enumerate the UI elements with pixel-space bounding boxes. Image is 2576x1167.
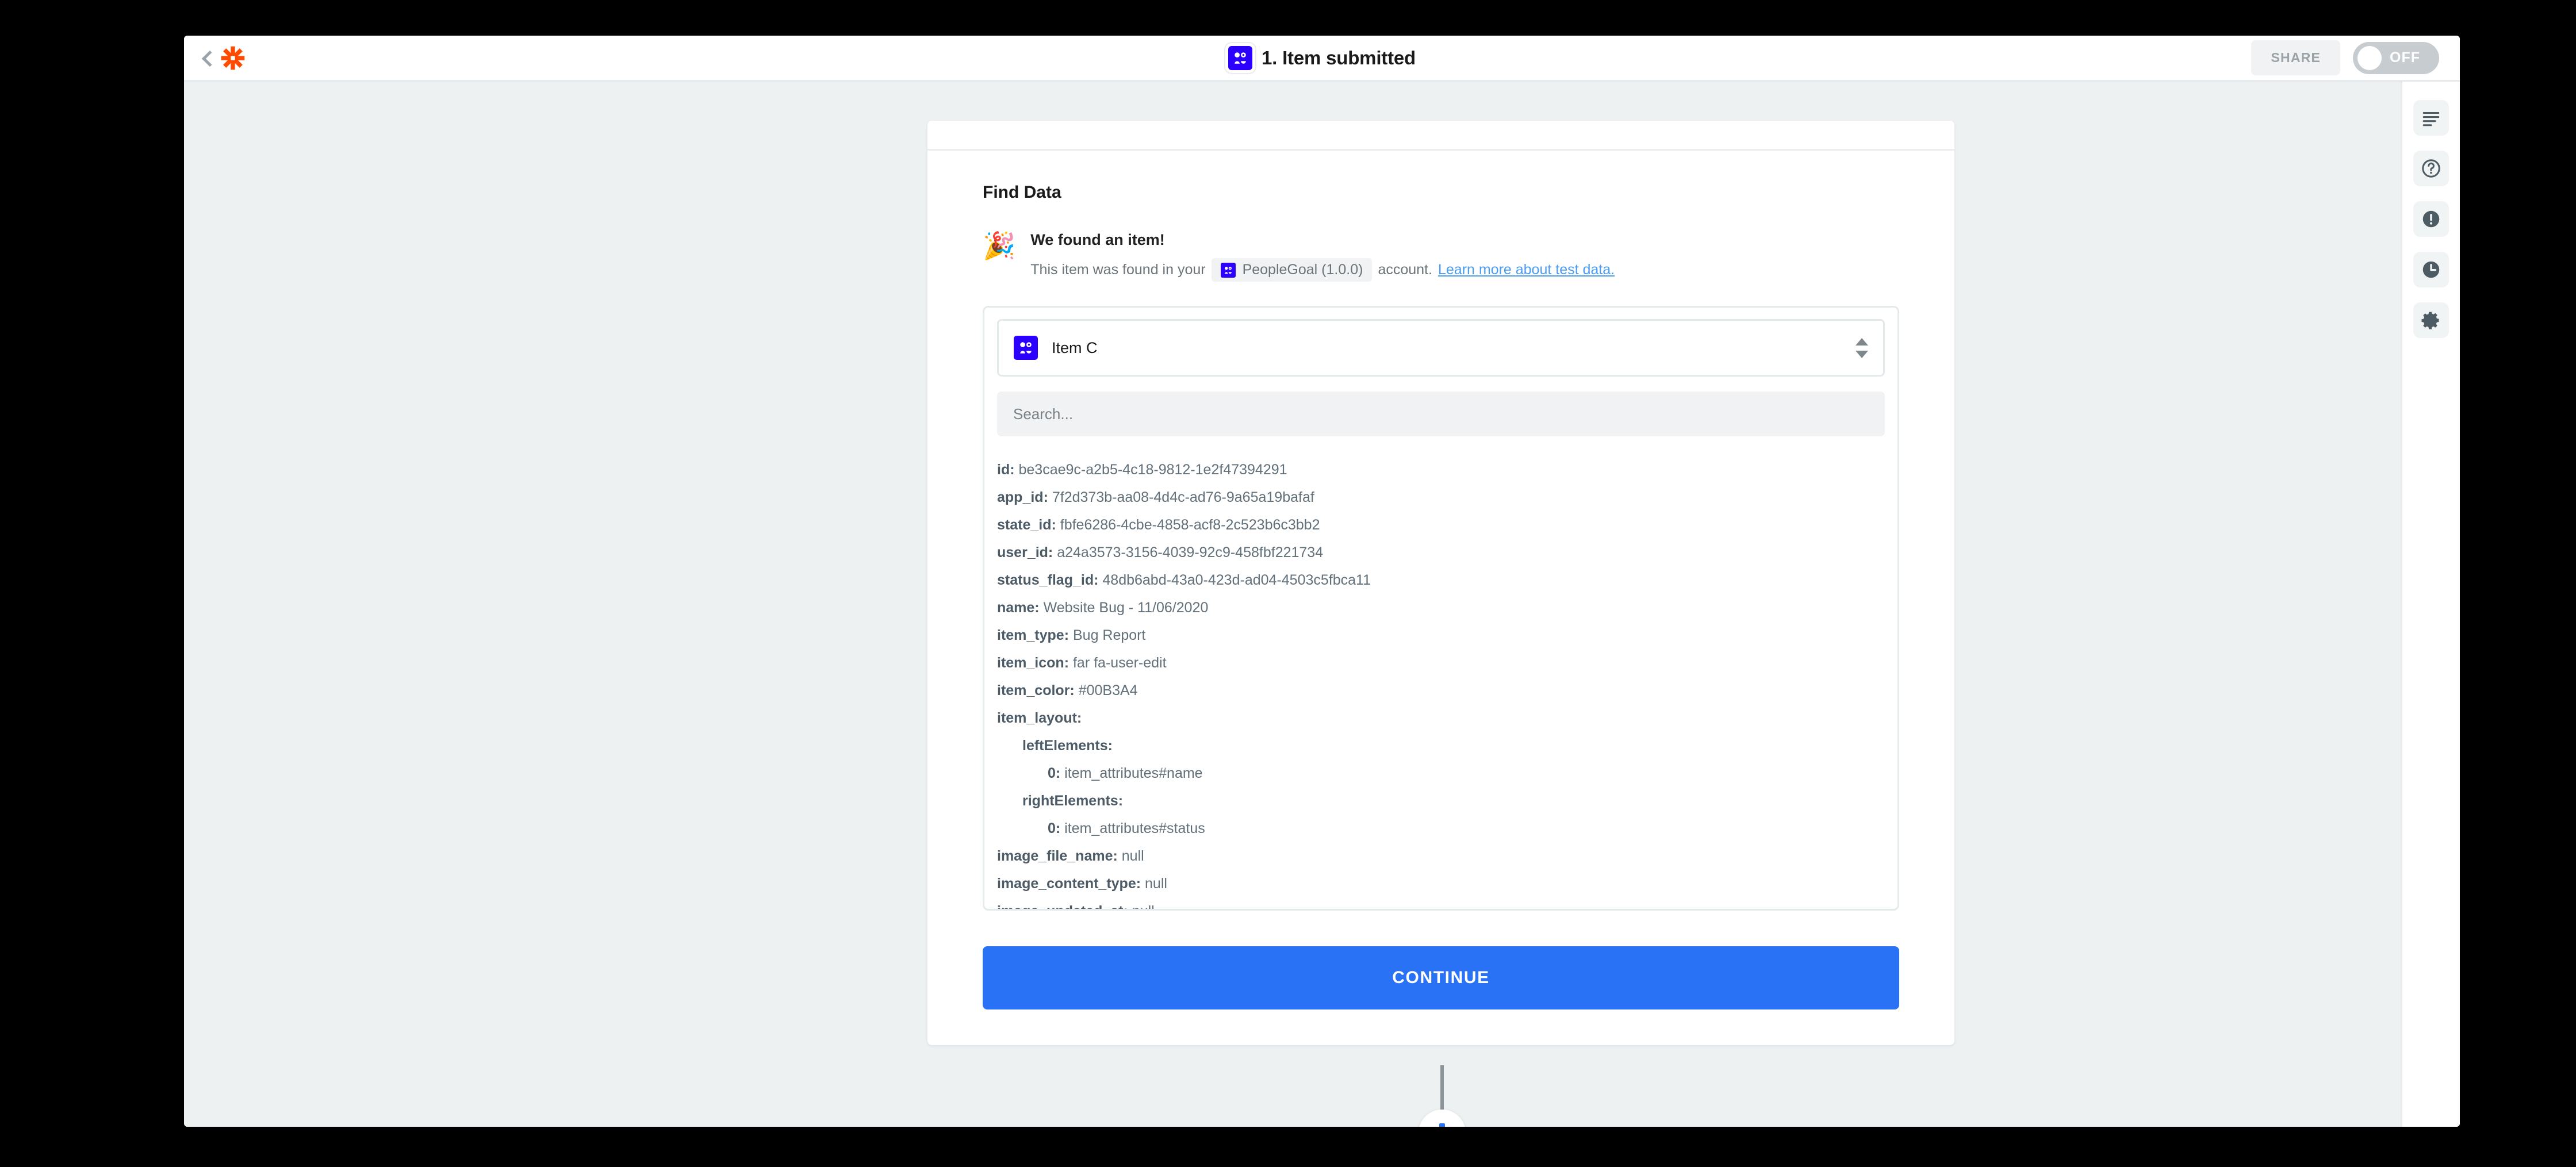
- learn-more-link[interactable]: Learn more about test data.: [1438, 262, 1615, 278]
- topbar-title-group: 1. Item submitted: [184, 45, 2460, 70]
- field-value: null: [1117, 848, 1144, 864]
- history-icon[interactable]: [2413, 252, 2449, 287]
- field-key: image_file_name:: [997, 848, 1118, 864]
- field-row: image_file_name: null: [997, 842, 1885, 870]
- field-value: item_attributes#name: [1060, 765, 1203, 781]
- field-key: status_flag_id:: [997, 572, 1099, 588]
- field-value: Website Bug - 11/06/2020: [1039, 600, 1209, 616]
- peoplegoal-app-icon: [1228, 45, 1252, 70]
- field-value: Bug Report: [1069, 627, 1146, 643]
- field-row: rightElements:: [997, 787, 1885, 815]
- section-title: Find Data: [983, 183, 1061, 202]
- account-chip[interactable]: PeopleGoal (1.0.0): [1211, 258, 1373, 282]
- result-panel: Item C id: be3cae9c-a2b5-4c18-9812-1e2f4…: [983, 306, 1899, 911]
- top-bar: 1. Item submitted SHARE OFF: [184, 36, 2460, 82]
- settings-gear-icon[interactable]: [2413, 302, 2449, 338]
- field-value: null: [1128, 903, 1155, 909]
- add-step-button[interactable]: [1419, 1110, 1466, 1127]
- field-key: item_type:: [997, 627, 1070, 643]
- field-value: be3cae9c-a2b5-4c18-9812-1e2f47394291: [1014, 462, 1287, 478]
- field-value: null: [1141, 876, 1167, 892]
- item-field-list: id: be3cae9c-a2b5-4c18-9812-1e2f47394291…: [997, 456, 1885, 909]
- topbar-left-group: [184, 45, 246, 71]
- item-select[interactable]: Item C: [997, 319, 1885, 377]
- field-row: image_content_type: null: [997, 870, 1885, 897]
- field-row: user_id: a24a3573-3156-4039-92c9-458fbf2…: [997, 539, 1885, 566]
- field-row: status_flag_id: 48db6abd-43a0-423d-ad04-…: [997, 566, 1885, 594]
- field-key: item_color:: [997, 682, 1075, 698]
- field-value: fbfe6286-4cbe-4858-acf8-2c523b6c3bb2: [1056, 517, 1320, 533]
- account-chip-label: PeopleGoal (1.0.0): [1242, 262, 1363, 278]
- field-value: #00B3A4: [1074, 682, 1138, 698]
- notes-icon[interactable]: [2413, 100, 2449, 136]
- chevron-down-icon: [1856, 350, 1868, 358]
- field-value: far fa-user-edit: [1069, 655, 1167, 671]
- card-body: Find Data 🎉 We found an item! This item …: [927, 151, 1954, 1045]
- field-value: a24a3573-3156-4039-92c9-458fbf221734: [1053, 544, 1324, 561]
- field-row: item_layout:: [997, 704, 1885, 732]
- field-row: image_updated_at: null: [997, 897, 1885, 909]
- page-title: 1. Item submitted: [1262, 47, 1416, 68]
- field-row: name: Website Bug - 11/06/2020: [997, 594, 1885, 621]
- field-key: image_updated_at:: [997, 903, 1128, 909]
- field-row: item_type: Bug Report: [997, 621, 1885, 649]
- field-row: 0: item_attributes#name: [997, 759, 1885, 787]
- found-prefix-text: This item was found in your: [1030, 262, 1206, 278]
- peoplegoal-select-icon: [1014, 336, 1038, 360]
- field-key: name:: [997, 600, 1040, 616]
- field-key: item_icon:: [997, 655, 1070, 671]
- right-sidebar: [2401, 82, 2460, 1127]
- step-card-find-data: Find Data 🎉 We found an item! This item …: [927, 121, 1954, 1045]
- alert-icon[interactable]: [2413, 201, 2449, 237]
- zap-on-off-toggle[interactable]: OFF: [2353, 41, 2439, 74]
- found-item-heading: We found an item!: [1030, 231, 1165, 248]
- field-key: item_layout:: [997, 710, 1082, 726]
- card-top-strip: [927, 121, 1954, 151]
- field-value: item_attributes#status: [1060, 820, 1205, 836]
- field-row: item_icon: far fa-user-edit: [997, 649, 1885, 677]
- field-row: app_id: 7f2d373b-aa08-4d4c-ad76-9a65a19b…: [997, 483, 1885, 511]
- zapier-editor-window: 1. Item submitted SHARE OFF Find Data 🎉 …: [184, 36, 2460, 1127]
- field-key: rightElements:: [1022, 793, 1124, 809]
- select-spinner-icon[interactable]: [1856, 337, 1868, 358]
- item-select-value: Item C: [1052, 339, 1098, 356]
- field-key: state_id:: [997, 517, 1056, 533]
- field-key: user_id:: [997, 544, 1053, 561]
- field-value: 48db6abd-43a0-423d-ad04-4503c5fbca11: [1098, 572, 1371, 588]
- search-input[interactable]: [997, 391, 1885, 436]
- field-key: image_content_type:: [997, 876, 1141, 892]
- field-row: 0: item_attributes#status: [997, 815, 1885, 842]
- field-key: app_id:: [997, 489, 1048, 505]
- toggle-knob: [2358, 45, 2382, 70]
- share-button[interactable]: SHARE: [2251, 40, 2340, 75]
- field-row: state_id: fbfe6286-4cbe-4858-acf8-2c523b…: [997, 511, 1885, 539]
- field-key: 0:: [1048, 820, 1061, 836]
- field-row: id: be3cae9c-a2b5-4c18-9812-1e2f47394291: [997, 456, 1885, 483]
- found-item-description: This item was found in your PeopleGoal (…: [1030, 258, 1615, 282]
- found-item-text: We found an item! This item was found in…: [1030, 230, 1615, 282]
- field-value: 7f2d373b-aa08-4d4c-ad76-9a65a19bafaf: [1048, 489, 1314, 505]
- chevron-up-icon: [1856, 337, 1868, 346]
- toggle-state-label: OFF: [2390, 49, 2420, 66]
- found-suffix-text: account.: [1378, 262, 1432, 278]
- help-icon[interactable]: [2413, 151, 2449, 186]
- workflow-canvas: Find Data 🎉 We found an item! This item …: [184, 82, 2401, 1127]
- topbar-right-group: SHARE OFF: [2251, 40, 2460, 75]
- field-key: id:: [997, 462, 1015, 478]
- field-key: 0:: [1048, 765, 1061, 781]
- peoplegoal-chip-icon: [1220, 262, 1236, 278]
- found-item-notice: 🎉 We found an item! This item was found …: [983, 230, 1899, 282]
- zapier-logo-icon[interactable]: [220, 45, 246, 71]
- continue-button[interactable]: CONTINUE: [983, 946, 1899, 1009]
- field-row: leftElements:: [997, 732, 1885, 759]
- party-popper-icon: 🎉: [983, 231, 1016, 260]
- field-row: item_color: #00B3A4: [997, 677, 1885, 704]
- back-chevron-icon[interactable]: [200, 47, 215, 70]
- field-key: leftElements:: [1022, 738, 1113, 754]
